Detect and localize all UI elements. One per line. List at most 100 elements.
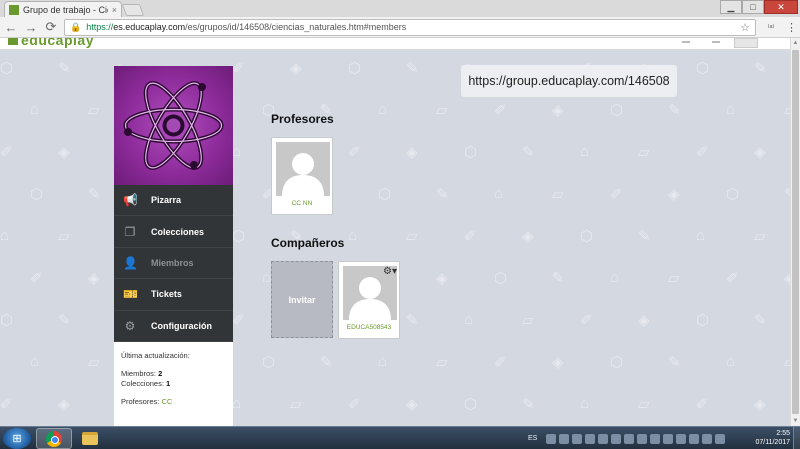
tray-app-icon[interactable] [637, 433, 648, 444]
pattern-icon: ✐ [30, 270, 43, 287]
scroll-down-icon[interactable]: ▼ [791, 416, 800, 426]
network-icon[interactable] [715, 433, 726, 444]
group-info: Última actualización: Miembros: 2 Colecc… [114, 342, 233, 416]
tab-close-icon[interactable]: × [112, 5, 117, 15]
pattern-icon: ▱ [88, 354, 100, 371]
header-nav-item[interactable] [712, 41, 720, 43]
pattern-icon: ✐ [348, 144, 361, 161]
address-bar[interactable]: 🔒 https://es.educaplay.com/es/grupos/id/… [64, 18, 756, 36]
pattern-icon: ✎ [406, 60, 419, 77]
user-placeholder-icon [282, 153, 324, 196]
minimize-button[interactable]: ▁ [720, 0, 742, 14]
pattern-icon: ⌂ [262, 269, 272, 286]
invite-button[interactable]: Invitar [271, 261, 333, 338]
browser-tabstrip: Grupo de trabajo - Cien × ▁ □ ✕ [0, 0, 800, 17]
collections-label: Colecciones: [121, 378, 164, 388]
teachers-heading: Profesores [271, 112, 334, 126]
pattern-icon: ✎ [638, 228, 651, 245]
group-url-box[interactable]: https://group.educaplay.com/146508 [461, 65, 677, 97]
browser-menu-icon[interactable]: ⋮ [786, 21, 797, 34]
teachers-row: Profesores: CC [121, 397, 226, 407]
sidebar-item-pizarra[interactable]: 📢 Pizarra [114, 185, 233, 217]
windows-logo-icon: ⊞ [12, 433, 22, 445]
tray-app-icon[interactable] [546, 433, 557, 444]
classmate-name[interactable]: EDUCA508543 [339, 324, 399, 331]
scroll-thumb[interactable] [792, 50, 799, 414]
pattern-icon: ✎ [754, 60, 767, 77]
close-window-button[interactable]: ✕ [764, 0, 798, 14]
pattern-icon: ✐ [696, 144, 709, 161]
pattern-icon: ✐ [696, 396, 709, 413]
header-avatar[interactable] [734, 38, 758, 48]
pattern-icon: ✐ [610, 186, 623, 203]
extension-icon[interactable]: ⁽ᵃ⁾ [762, 23, 780, 32]
pattern-icon: ✐ [494, 354, 507, 371]
educaplay-logo[interactable]: educaplay [8, 38, 94, 48]
folder-icon [82, 432, 98, 445]
pattern-icon: ◈ [58, 144, 70, 161]
pattern-icon: ⌂ [726, 353, 736, 370]
teacher-name[interactable]: CC NN [272, 200, 332, 207]
teacher-link[interactable]: CC [161, 397, 172, 406]
member-settings-icon[interactable]: ⚙▾ [383, 267, 397, 277]
gear-icon: ⚙ [124, 318, 136, 333]
classmates-heading: Compañeros [271, 236, 345, 250]
tray-app-icon[interactable] [585, 433, 596, 444]
members-count-row: Miembros: 2 [121, 369, 226, 379]
logo-text: educaplay [21, 38, 94, 48]
pattern-icon: ◈ [436, 270, 448, 287]
pattern-icon: ⬡ [464, 144, 478, 161]
atom-icon [123, 81, 224, 170]
new-tab-button[interactable] [121, 4, 145, 16]
show-desktop-button[interactable] [793, 427, 800, 449]
browser-tab[interactable]: Grupo de trabajo - Cien × [4, 1, 122, 17]
pattern-icon: ✎ [522, 144, 535, 161]
pattern-icon: ✎ [754, 312, 767, 329]
classmate-card[interactable]: ⚙▾ EDUCA508543 [338, 261, 400, 339]
pattern-icon: ◈ [552, 354, 564, 371]
reload-button[interactable]: ⟳ [44, 19, 58, 35]
pattern-icon: ⌂ [232, 395, 242, 412]
page-scrollbar[interactable]: ▲ ▼ [790, 38, 800, 426]
tray-app-icon[interactable] [650, 433, 661, 444]
window-controls: ▁ □ ✕ [720, 0, 798, 14]
taskbar-explorer[interactable] [72, 428, 108, 449]
pattern-icon: ✐ [0, 144, 13, 161]
scroll-up-icon[interactable]: ▲ [791, 38, 800, 48]
forward-button[interactable]: → [24, 20, 38, 35]
back-button[interactable]: ← [4, 20, 18, 35]
lock-icon: 🔒 [70, 21, 82, 32]
sidebar-item-miembros[interactable]: 👤 Miembros [114, 248, 233, 280]
sidebar-item-tickets[interactable]: 🎫 Tickets [114, 279, 233, 311]
maximize-button[interactable]: □ [742, 0, 764, 14]
start-button[interactable]: ⊞ [3, 428, 31, 449]
sidebar-menu: 📢 Pizarra ❐ Colecciones 👤 Miembros 🎫 Tickets ⚙ Co… [114, 185, 233, 342]
pattern-icon: ⬡ [0, 60, 14, 77]
tray-app-icon[interactable] [624, 433, 635, 444]
avatar [276, 142, 330, 196]
header-nav-item[interactable] [682, 41, 690, 43]
ticket-icon: 🎫 [123, 287, 138, 302]
taskbar-chrome[interactable] [36, 428, 72, 449]
taskbar-clock[interactable]: 2:55 07/11/2017 [755, 429, 790, 447]
tray-app-icon[interactable] [611, 433, 622, 444]
teacher-card[interactable]: CC NN [271, 137, 333, 215]
pattern-icon: ⬡ [464, 396, 478, 413]
tray-app-icon[interactable] [663, 433, 674, 444]
tray-app-icon[interactable] [598, 433, 609, 444]
pattern-icon: ⬡ [580, 228, 594, 245]
tray-app-icon[interactable] [572, 433, 583, 444]
pattern-icon: ⌂ [580, 395, 590, 412]
sidebar-item-colecciones[interactable]: ❐ Colecciones [114, 216, 233, 248]
volume-icon[interactable] [702, 433, 713, 444]
language-indicator[interactable]: ES [528, 435, 537, 442]
pattern-icon: ✎ [668, 102, 681, 119]
sidebar-item-configuracion[interactable]: ⚙ Configuración [114, 311, 233, 342]
tray-app-icon[interactable] [559, 433, 570, 444]
pattern-icon: ⬡ [494, 270, 508, 287]
pattern-icon: ✐ [464, 228, 477, 245]
tray-app-icon[interactable] [676, 433, 687, 444]
bookmark-star-icon[interactable]: ☆ [740, 21, 750, 34]
pattern-icon: ⬡ [696, 60, 710, 77]
tray-app-icon[interactable] [689, 433, 700, 444]
